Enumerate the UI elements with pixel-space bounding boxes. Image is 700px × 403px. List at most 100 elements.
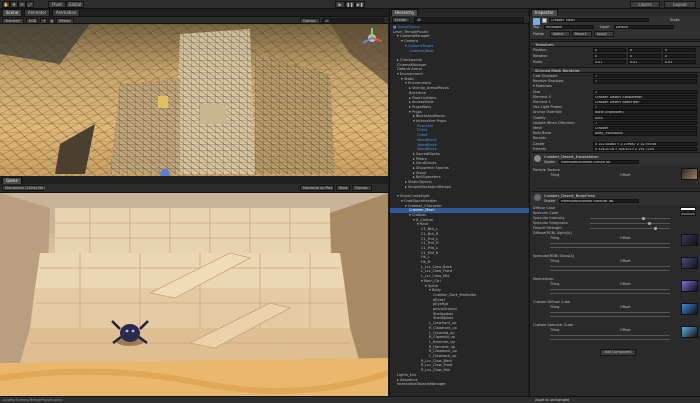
smr-property-value[interactable]: Crabber bbox=[593, 126, 697, 131]
property-slider-handle[interactable] bbox=[648, 222, 651, 225]
game-view[interactable] bbox=[0, 193, 388, 396]
position-y-field[interactable]: 0 bbox=[628, 48, 661, 53]
prefab-revert-button[interactable]: Revert bbox=[572, 31, 592, 37]
tab-inspector[interactable]: Inspector bbox=[531, 9, 558, 16]
move-tool-button[interactable]: ✥ bbox=[10, 1, 18, 8]
tab-animator[interactable]: Animator bbox=[24, 9, 51, 16]
tag-dropdown[interactable]: Untagged bbox=[544, 25, 594, 30]
texture-thumbnail[interactable] bbox=[681, 234, 698, 246]
smr-property-value[interactable]: Body_Translation bbox=[593, 131, 697, 136]
color-swatch[interactable] bbox=[680, 206, 696, 211]
gameobject-icon bbox=[533, 18, 540, 25]
stats-toggle[interactable]: Stats bbox=[336, 185, 350, 191]
texture-thumbnail[interactable] bbox=[681, 280, 698, 292]
scene-view[interactable]: Textured RGB ☀ ◖ Effects Gizmos All bbox=[0, 17, 388, 176]
rotation-z-field[interactable]: 0 bbox=[663, 54, 696, 59]
smr-property-value[interactable]: Crabber_Desert_BodyFlesh bbox=[593, 100, 697, 105]
smr-property-value[interactable]: Crabber_Desert_Exoskeleton bbox=[593, 94, 697, 100]
uv-slider-track[interactable] bbox=[550, 312, 670, 313]
prefab-apply-button[interactable]: Apply bbox=[594, 31, 614, 37]
play-button[interactable]: ▶ bbox=[335, 1, 345, 8]
uv-slider-track[interactable] bbox=[550, 270, 670, 271]
smr-property-value[interactable]: Auto bbox=[593, 115, 697, 120]
hierarchy-search-input[interactable]: All bbox=[414, 17, 524, 23]
smr-property-value[interactable]: ✓ bbox=[593, 105, 697, 110]
texture-thumbnail[interactable] bbox=[681, 303, 698, 315]
position-x-field[interactable]: 0 bbox=[593, 48, 626, 53]
texture-thumbnail[interactable] bbox=[681, 326, 698, 338]
rotation-x-field[interactable]: 0 bbox=[593, 54, 626, 59]
uv-slider-track[interactable] bbox=[550, 247, 670, 248]
smr-property-value[interactable] bbox=[593, 136, 697, 140]
pause-button[interactable]: ❚❚ bbox=[345, 1, 355, 8]
position-label: Position bbox=[533, 48, 547, 52]
smr-property-value[interactable]: X 326.8716 Y 106.8713 Z 191.7244 bbox=[593, 146, 697, 152]
material-bodyflesh-header[interactable]: Crabber_Desert_BodyFlesh Shader Marmoset… bbox=[531, 191, 700, 205]
particle-texture-thumbnail[interactable] bbox=[681, 168, 698, 180]
create-dropdown[interactable]: Create bbox=[392, 17, 410, 23]
global-toggle[interactable]: Global bbox=[66, 1, 84, 8]
property-slider-handle[interactable] bbox=[642, 217, 645, 220]
rotation-y-field[interactable]: 0 bbox=[628, 54, 661, 59]
step-button[interactable]: ▶❚ bbox=[355, 1, 365, 8]
material-exoskeleton-shader-dropdown[interactable]: Marmoset/Bumped Diffuse IBL bbox=[559, 160, 639, 165]
pivot-toggle[interactable]: Pivot bbox=[48, 1, 66, 8]
texture-thumbnail[interactable] bbox=[681, 257, 698, 269]
hand-tool-button[interactable]: ✋ bbox=[2, 1, 10, 8]
hierarchy-item[interactable]: InteractiveObjectsManager bbox=[390, 382, 529, 387]
scene-orientation-gizmo-icon[interactable] bbox=[360, 27, 384, 49]
add-component-button[interactable]: Add Component bbox=[600, 349, 636, 356]
uv-slider-track[interactable] bbox=[550, 266, 670, 267]
maximize-on-play-toggle[interactable]: Maximize on Play bbox=[300, 185, 334, 191]
tab-hierarchy[interactable]: Hierarchy bbox=[391, 9, 419, 16]
layout-dropdown[interactable]: Layout bbox=[664, 1, 696, 8]
tab-scene[interactable]: Scene bbox=[2, 9, 23, 16]
smr-property-value[interactable]: ✓ bbox=[593, 120, 697, 126]
transform-header[interactable]: Transform bbox=[531, 41, 700, 47]
uv-slider-track[interactable] bbox=[550, 335, 670, 336]
smr-property-label: Element 1 bbox=[533, 100, 551, 104]
material-exoskeleton-title: Crabber_Desert_Exoskeleton bbox=[544, 154, 599, 159]
color-swatch[interactable] bbox=[680, 211, 696, 216]
smr-property-value[interactable]: None (Transform) bbox=[593, 110, 697, 115]
uv-slider-track[interactable] bbox=[550, 289, 670, 290]
scale-tool-button[interactable]: ⤢ bbox=[26, 1, 34, 8]
smr-property-value[interactable]: ✓ bbox=[593, 74, 697, 79]
property-slider-track[interactable] bbox=[590, 223, 670, 224]
aspect-dropdown[interactable]: Standalone (1024x768) bbox=[2, 185, 45, 191]
property-slider-track[interactable] bbox=[590, 228, 670, 229]
tiling-label: Tiling bbox=[550, 305, 560, 309]
smr-property-label: Size bbox=[533, 89, 541, 94]
property-slider-track[interactable] bbox=[590, 218, 670, 219]
smr-property-value[interactable]: ✓ bbox=[593, 79, 697, 84]
uv-slider-track[interactable] bbox=[550, 339, 670, 340]
smr-property-value[interactable]: X 102.80063 Y 2.139667 Z 10.95546 bbox=[593, 141, 697, 146]
status-right-text: Asset is unchanged bbox=[535, 398, 570, 402]
status-bar: Assets/Scenes/TemplePuzzle.unity Asset i… bbox=[0, 396, 700, 403]
object-name-field[interactable]: Crabber_Mesh bbox=[549, 18, 649, 23]
static-toggle[interactable]: Static bbox=[670, 18, 680, 22]
layers-dropdown[interactable]: Layers bbox=[630, 1, 660, 8]
skinned-mesh-renderer-header[interactable]: Skinned Mesh Renderer bbox=[531, 67, 700, 73]
scale-x-field[interactable]: 0.01 bbox=[593, 60, 626, 65]
position-z-field[interactable]: 0 bbox=[663, 48, 696, 53]
scale-z-field[interactable]: 0.01 bbox=[663, 60, 696, 65]
rotate-tool-button[interactable]: ⟳ bbox=[18, 1, 26, 8]
property-slider-handle[interactable] bbox=[654, 227, 657, 230]
prefab-select-button[interactable]: Select bbox=[550, 31, 570, 37]
layer-dropdown[interactable]: Default bbox=[614, 25, 674, 30]
tiling-label: Tiling bbox=[550, 282, 560, 286]
tab-game[interactable]: Game bbox=[2, 177, 22, 184]
smr-property-value[interactable] bbox=[593, 84, 697, 88]
scale-y-field[interactable]: 0.01 bbox=[628, 60, 661, 65]
uv-slider-track[interactable] bbox=[550, 293, 670, 294]
game-gizmos-dropdown[interactable]: Gizmos bbox=[352, 185, 372, 191]
smr-property-label: Quality bbox=[533, 115, 546, 120]
material-bodyflesh-shader-dropdown[interactable]: Marmoset/Bumped Specular IBL bbox=[559, 199, 639, 204]
active-checkbox[interactable] bbox=[542, 18, 547, 23]
uv-slider-track[interactable] bbox=[550, 316, 670, 317]
uv-slider-track[interactable] bbox=[550, 243, 670, 244]
material-exoskeleton-header[interactable]: Crabber_Desert_Exoskeleton Shader Marmos… bbox=[531, 152, 700, 166]
smr-property-value[interactable]: 2 bbox=[593, 89, 697, 94]
tab-animation[interactable]: Animation bbox=[52, 9, 81, 16]
